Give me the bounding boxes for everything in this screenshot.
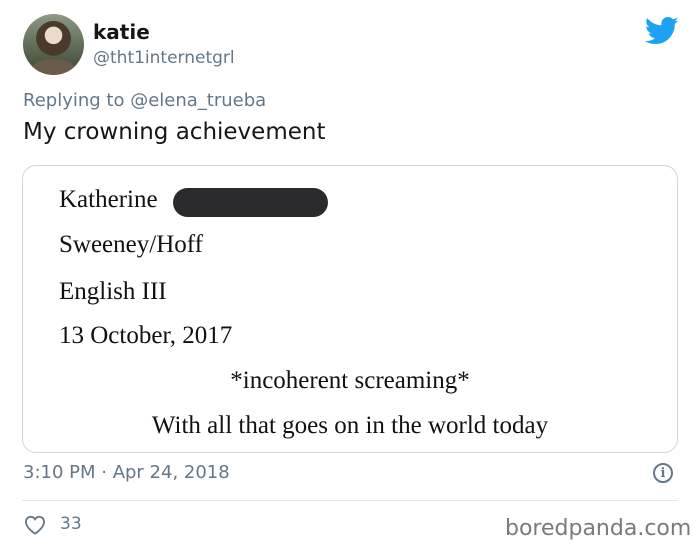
info-icon[interactable]: i [653,463,673,483]
redaction-bar [173,188,328,217]
avatar[interactable] [23,14,84,75]
author-handle[interactable]: @tht1internetgrl [93,48,235,68]
doc-line-class: English III [59,278,167,305]
divider [22,500,678,501]
doc-line-date: 13 October, 2017 [59,322,233,349]
tweet-text: My crowning achievement [23,119,326,145]
avatar-figure [31,59,76,75]
doc-line-body: With all that goes on in the world today [151,412,549,439]
reply-context: Replying to @elena_trueba [23,90,266,111]
doc-line-title: *incoherent screaming* [230,367,470,394]
like-count: 33 [60,514,82,534]
reply-prefix: Replying to [23,90,125,111]
author-name[interactable]: katie [93,20,150,44]
doc-line-name: Katherine [59,186,158,213]
watermark: boredpanda.com [505,516,692,541]
twitter-bird-icon[interactable] [645,16,679,46]
heart-icon[interactable] [24,515,46,535]
tweet-timestamp[interactable]: 3:10 PM · Apr 24, 2018 [23,462,230,483]
doc-line-teacher: Sweeney/Hoff [59,231,203,258]
tweet-media-image[interactable]: Katherine Sweeney/Hoff English III 13 Oc… [22,165,678,453]
reply-mention-link[interactable]: @elena_trueba [130,90,266,111]
